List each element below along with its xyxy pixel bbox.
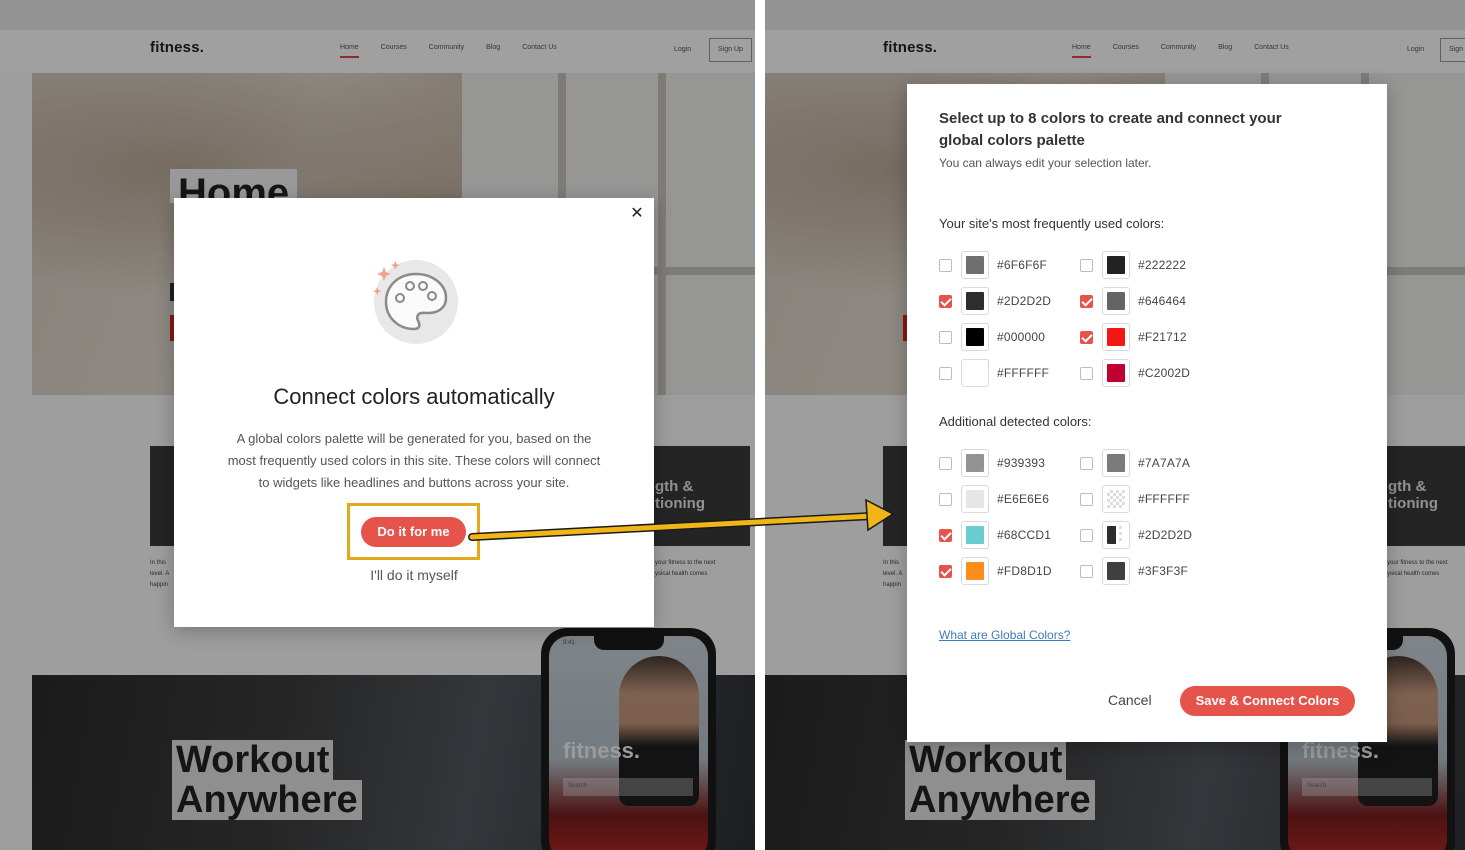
color-swatch: [1107, 292, 1125, 310]
close-icon[interactable]: ✕: [629, 206, 645, 222]
color-option[interactable]: #2D2D2D: [1080, 521, 1193, 549]
color-checkbox[interactable]: [939, 366, 952, 380]
color-hex-label: #68CCD1: [997, 528, 1052, 542]
color-hex-label: #C2002D: [1138, 366, 1191, 380]
color-hex-label: #222222: [1138, 258, 1187, 272]
do-it-for-me-button[interactable]: Do it for me: [361, 517, 466, 547]
cancel-button[interactable]: Cancel: [1108, 692, 1152, 708]
color-checkbox[interactable]: [939, 330, 952, 344]
dialog-description: A global colors palette will be generate…: [227, 431, 601, 490]
color-swatch-frame: [961, 449, 989, 477]
color-checkbox[interactable]: [1080, 564, 1093, 578]
color-checkbox[interactable]: [939, 456, 952, 470]
color-swatch: [966, 364, 984, 382]
color-swatch: [966, 454, 984, 472]
do-it-myself-link[interactable]: I'll do it myself: [174, 567, 654, 583]
color-swatch: [966, 526, 984, 544]
color-checkbox[interactable]: [939, 564, 952, 578]
color-checkbox[interactable]: [1080, 294, 1093, 308]
color-swatch-frame: [1102, 359, 1130, 387]
color-checkbox[interactable]: [939, 492, 952, 506]
color-checkbox[interactable]: [1080, 258, 1093, 272]
color-swatch-frame: [1102, 557, 1130, 585]
color-swatch-frame: [1102, 449, 1130, 477]
color-option[interactable]: #FD8D1D: [939, 557, 1052, 585]
color-swatch-frame: [961, 359, 989, 387]
color-hex-label: #646464: [1138, 294, 1187, 308]
color-hex-label: #F21712: [1138, 330, 1187, 344]
color-swatch: [966, 292, 984, 310]
color-option[interactable]: #222222: [1080, 251, 1187, 279]
color-option[interactable]: #7A7A7A: [1080, 449, 1191, 477]
color-swatch: [966, 562, 984, 580]
color-option[interactable]: #2D2D2D: [939, 287, 1052, 315]
color-swatch: [1107, 328, 1125, 346]
color-swatch-frame: [1102, 323, 1130, 351]
color-swatch-frame: [961, 251, 989, 279]
color-hex-label: #000000: [997, 330, 1046, 344]
color-checkbox[interactable]: [939, 528, 952, 542]
additional-colors-heading: Additional detected colors:: [939, 414, 1092, 429]
color-swatch-frame: [1102, 485, 1130, 513]
dialog-subtitle: You can always edit your selection later…: [939, 156, 1152, 170]
connect-colors-dialog: ✕ Connect colors automatically A global …: [174, 198, 654, 627]
color-option[interactable]: #E6E6E6: [939, 485, 1050, 513]
color-swatch-frame: [961, 521, 989, 549]
color-option[interactable]: #F21712: [1080, 323, 1187, 351]
color-hex-label: #7A7A7A: [1138, 456, 1191, 470]
color-option[interactable]: #68CCD1: [939, 521, 1052, 549]
color-option[interactable]: #3F3F3F: [1080, 557, 1189, 585]
color-swatch: [1107, 526, 1125, 544]
color-checkbox[interactable]: [1080, 492, 1093, 506]
color-checkbox[interactable]: [1080, 456, 1093, 470]
color-hex-label: #E6E6E6: [997, 492, 1050, 506]
color-swatch-frame: [961, 323, 989, 351]
panel-divider: [755, 0, 765, 850]
color-option[interactable]: #FFFFFF: [1080, 485, 1191, 513]
color-hex-label: #3F3F3F: [1138, 564, 1189, 578]
color-option[interactable]: #646464: [1080, 287, 1187, 315]
color-option[interactable]: #6F6F6F: [939, 251, 1048, 279]
color-hex-label: #939393: [997, 456, 1046, 470]
save-connect-colors-button[interactable]: Save & Connect Colors: [1180, 686, 1355, 716]
color-swatch-frame: [961, 485, 989, 513]
color-hex-label: #2D2D2D: [1138, 528, 1193, 542]
color-swatch: [1107, 364, 1125, 382]
dialog-title: Connect colors automatically: [273, 384, 555, 409]
color-option[interactable]: #939393: [939, 449, 1046, 477]
color-checkbox[interactable]: [1080, 330, 1093, 344]
color-swatch: [1107, 256, 1125, 274]
global-colors-help-link[interactable]: What are Global Colors?: [939, 628, 1070, 642]
color-hex-label: #FD8D1D: [997, 564, 1052, 578]
color-swatch: [966, 328, 984, 346]
palette-icon: [370, 256, 462, 348]
color-option[interactable]: #000000: [939, 323, 1046, 351]
color-checkbox[interactable]: [1080, 528, 1093, 542]
color-swatch: [1107, 454, 1125, 472]
color-swatch: [1107, 490, 1125, 508]
dialog-title: Select up to 8 colors to create and conn…: [939, 110, 1282, 149]
color-swatch: [1107, 562, 1125, 580]
color-option[interactable]: #C2002D: [1080, 359, 1191, 387]
color-checkbox[interactable]: [1080, 366, 1093, 380]
color-checkbox[interactable]: [939, 294, 952, 308]
color-swatch-frame: [961, 287, 989, 315]
frequent-colors-heading: Your site's most frequently used colors:: [939, 216, 1165, 231]
color-hex-label: #FFFFFF: [997, 366, 1050, 380]
color-option[interactable]: #FFFFFF: [939, 359, 1050, 387]
color-hex-label: #6F6F6F: [997, 258, 1048, 272]
color-swatch-frame: [1102, 251, 1130, 279]
color-checkbox[interactable]: [939, 258, 952, 272]
screenshot-stage: fitness. Home Courses Community Blog Con…: [0, 0, 1465, 850]
select-colors-dialog: Select up to 8 colors to create and conn…: [907, 84, 1387, 742]
color-swatch-frame: [961, 557, 989, 585]
color-swatch-frame: [1102, 521, 1130, 549]
color-hex-label: #FFFFFF: [1138, 492, 1191, 506]
color-swatch-frame: [1102, 287, 1130, 315]
color-swatch: [966, 490, 984, 508]
color-hex-label: #2D2D2D: [997, 294, 1052, 308]
color-swatch: [966, 256, 984, 274]
